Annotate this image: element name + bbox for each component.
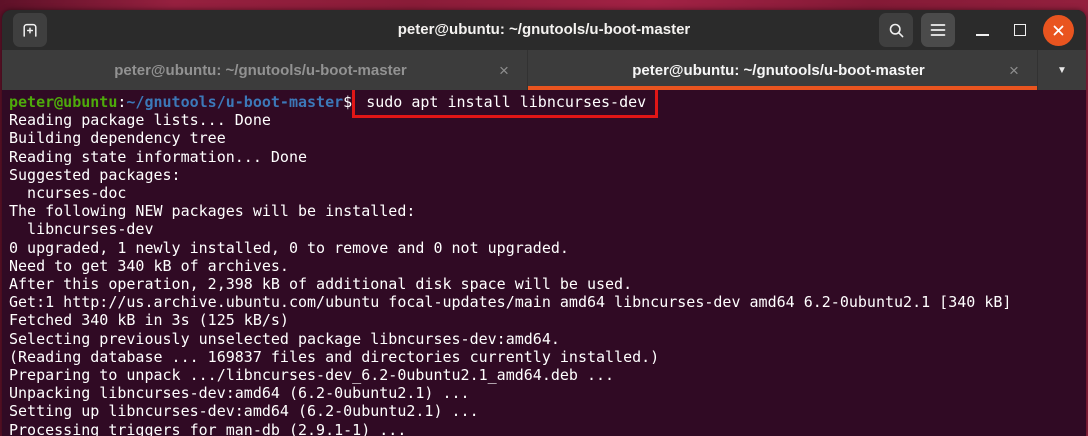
output-text: The following NEW packages will be insta… xyxy=(9,202,415,220)
tab-label: peter@ubuntu: ~/gnutools/u-boot-master xyxy=(562,62,995,79)
maximize-button[interactable] xyxy=(1005,15,1035,45)
output-text: ncurses-doc xyxy=(9,184,126,202)
terminal-line: Suggested packages: xyxy=(9,166,1086,184)
terminal-line: Selecting previously unselected package … xyxy=(9,330,1086,348)
terminal-line: (Reading database ... 169837 files and d… xyxy=(9,348,1086,366)
tab-list-dropdown-button[interactable]: ▼ xyxy=(1038,50,1086,90)
tab-close-button[interactable]: × xyxy=(1001,57,1027,83)
maximize-icon xyxy=(1014,24,1026,36)
output-text: 0 upgraded, 1 newly installed, 0 to remo… xyxy=(9,239,569,257)
hamburger-menu-icon xyxy=(930,23,946,37)
close-icon xyxy=(1052,24,1065,37)
output-text: Building dependency tree xyxy=(9,129,226,147)
terminal-line: Get:1 http://us.archive.ubuntu.com/ubunt… xyxy=(9,293,1086,311)
output-text: Processing triggers for man-db (2.9.1-1)… xyxy=(9,421,406,436)
search-icon xyxy=(888,22,905,39)
output-text: Suggested packages: xyxy=(9,166,181,184)
prompt-symbol: $ xyxy=(343,93,352,111)
close-button[interactable] xyxy=(1043,15,1074,46)
terminal-line: 0 upgraded, 1 newly installed, 0 to remo… xyxy=(9,239,1086,257)
terminal-line: libncurses-dev xyxy=(9,220,1086,238)
terminal-line: Fetched 340 kB in 3s (125 kB/s) xyxy=(9,311,1086,329)
output-text: Reading package lists... Done xyxy=(9,111,271,129)
terminal-line: The following NEW packages will be insta… xyxy=(9,202,1086,220)
output-text: Reading state information... Done xyxy=(9,148,307,166)
terminal-window: peter@ubuntu: ~/gnutools/u-boot-master xyxy=(2,10,1086,436)
output-text: Setting up libncurses-dev:amd64 (6.2-0ub… xyxy=(9,402,479,420)
tab-close-button[interactable]: × xyxy=(491,57,517,83)
new-tab-icon xyxy=(21,21,39,39)
terminal-output[interactable]: peter@ubuntu:~/gnutools/u-boot-master$ s… xyxy=(2,90,1086,436)
terminal-line: ncurses-doc xyxy=(9,184,1086,202)
search-button[interactable] xyxy=(879,13,913,47)
output-text: libncurses-dev xyxy=(9,220,154,238)
chevron-down-icon: ▼ xyxy=(1057,65,1067,76)
highlighted-command: sudo apt install libncurses-dev xyxy=(352,90,658,118)
output-text: After this operation, 2,398 kB of additi… xyxy=(9,275,632,293)
terminal-line: Need to get 340 kB of archives. xyxy=(9,257,1086,275)
terminal-line: Building dependency tree xyxy=(9,129,1086,147)
terminal-line: Setting up libncurses-dev:amd64 (6.2-0ub… xyxy=(9,402,1086,420)
output-text: (Reading database ... 169837 files and d… xyxy=(9,348,659,366)
terminal-line: peter@ubuntu:~/gnutools/u-boot-master$ s… xyxy=(9,93,1086,111)
terminal-line: Reading state information... Done xyxy=(9,148,1086,166)
minimize-button[interactable] xyxy=(967,15,997,45)
tab-bar: peter@ubuntu: ~/gnutools/u-boot-master ×… xyxy=(2,50,1086,90)
tab-label: peter@ubuntu: ~/gnutools/u-boot-master xyxy=(36,62,485,79)
terminal-line: After this operation, 2,398 kB of additi… xyxy=(9,275,1086,293)
output-text: Selecting previously unselected package … xyxy=(9,330,560,348)
prompt-user: peter@ubuntu xyxy=(9,93,117,111)
output-text: Get:1 http://us.archive.ubuntu.com/ubunt… xyxy=(9,293,1011,311)
output-text: Preparing to unpack .../libncurses-dev_6… xyxy=(9,366,614,384)
prompt-path: ~/gnutools/u-boot-master xyxy=(126,93,343,111)
terminal-line: Unpacking libncurses-dev:amd64 (6.2-0ubu… xyxy=(9,384,1086,402)
window-controls xyxy=(879,13,1074,47)
output-text: Need to get 340 kB of archives. xyxy=(9,257,289,275)
minimize-icon xyxy=(976,34,989,36)
output-text: Unpacking libncurses-dev:amd64 (6.2-0ubu… xyxy=(9,384,470,402)
tab-2[interactable]: peter@ubuntu: ~/gnutools/u-boot-master × xyxy=(528,50,1038,90)
terminal-line: Processing triggers for man-db (2.9.1-1)… xyxy=(9,421,1086,436)
menu-button[interactable] xyxy=(921,13,955,47)
tab-1[interactable]: peter@ubuntu: ~/gnutools/u-boot-master × xyxy=(2,50,528,90)
new-tab-button[interactable] xyxy=(13,13,47,47)
titlebar: peter@ubuntu: ~/gnutools/u-boot-master xyxy=(2,10,1086,50)
output-text: Fetched 340 kB in 3s (125 kB/s) xyxy=(9,311,289,329)
terminal-line: Preparing to unpack .../libncurses-dev_6… xyxy=(9,366,1086,384)
